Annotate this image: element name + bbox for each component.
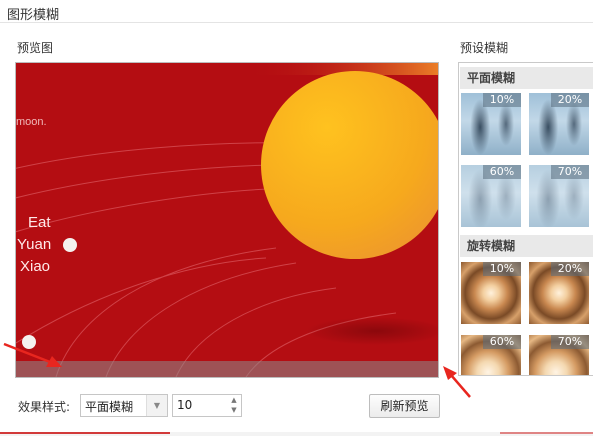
caret-up-icon[interactable]: ▲ [227, 395, 241, 405]
image-text-xiao: Xiao [20, 258, 50, 275]
image-text-moon: moon. [16, 116, 47, 128]
effect-style-select[interactable]: 平面模糊 ▼ [80, 394, 168, 417]
bottom-edge [0, 432, 593, 436]
effect-style-value: 平面模糊 [85, 400, 134, 414]
preset-percent: 20% [551, 262, 589, 276]
preset-flat-20[interactable]: 20% [529, 93, 589, 155]
blur-amount-value[interactable]: 10 [177, 398, 192, 412]
preset-flat-70[interactable]: 70% [529, 165, 589, 227]
presets-panel: 平面模糊 10% 20% 60% 70% 旋转模糊 10% 20% 60% 70… [458, 62, 593, 376]
preset-spin-20[interactable]: 20% [529, 262, 589, 324]
preset-spin-10[interactable]: 10% [461, 262, 521, 324]
chevron-down-icon[interactable]: ▼ [146, 395, 167, 416]
preset-percent: 60% [483, 335, 521, 349]
preset-percent: 10% [483, 262, 521, 276]
preset-spin-70[interactable]: 70% [529, 335, 589, 375]
preset-percent: 20% [551, 93, 589, 107]
presets-label: 预设模糊 [460, 41, 509, 55]
title-divider [0, 22, 593, 23]
section-flat-blur: 平面模糊 [460, 67, 593, 89]
image-text-eat: Eat [28, 214, 51, 231]
preset-percent: 60% [483, 165, 521, 179]
caret-down-icon[interactable]: ▼ [227, 405, 241, 415]
refresh-preview-button[interactable]: 刷新预览 [369, 394, 440, 418]
preview-image: moon. Eat Yuan Xiao [15, 62, 439, 378]
preset-percent: 10% [483, 93, 521, 107]
blur-amount-spinner[interactable]: 10 ▲ ▼ [172, 394, 242, 417]
section-spin-blur: 旋转模糊 [460, 235, 593, 257]
image-text-yuan: Yuan [17, 236, 51, 253]
preset-percent: 70% [551, 165, 589, 179]
dialog-title: 图形模糊 [7, 8, 60, 23]
preset-flat-10[interactable]: 10% [461, 93, 521, 155]
preset-spin-60[interactable]: 60% [461, 335, 521, 375]
preset-flat-60[interactable]: 60% [461, 165, 521, 227]
preview-label: 预览图 [17, 41, 54, 55]
preset-percent: 70% [551, 335, 589, 349]
effect-style-label: 效果样式: [18, 400, 71, 414]
